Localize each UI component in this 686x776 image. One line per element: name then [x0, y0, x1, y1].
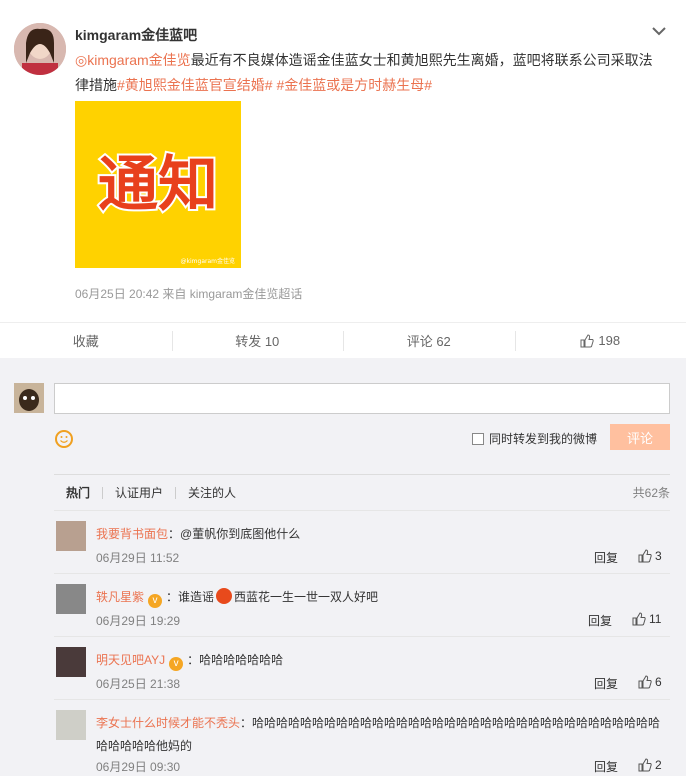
comment-time: 06月29日 19:29 [96, 614, 181, 628]
forward-button[interactable]: 转发 10 [171, 323, 344, 358]
action-bar: 收藏 转发 10 评论 62 198 [0, 322, 686, 358]
comment-like-button[interactable]: 6 [638, 675, 662, 689]
commenter-avatar[interactable] [56, 647, 86, 677]
comment-like-count: 3 [655, 549, 662, 563]
thumbs-up-icon [638, 758, 652, 772]
comment-item: 明天见吧AYJ v ：哈哈哈哈哈哈哈 06月25日 21:38 回复 6 [54, 636, 670, 699]
thumbs-up-icon [580, 333, 595, 347]
comment-like-count: 2 [655, 758, 662, 772]
filter-following[interactable]: 关注的人 [176, 487, 248, 499]
reply-button[interactable]: 回复 [594, 549, 618, 566]
vip-badge-icon: v [169, 657, 184, 671]
vip-badge-icon: v [148, 594, 163, 608]
comment-like-button[interactable]: 11 [632, 612, 661, 626]
comments-section: 同时转发到我的微博 评论 热门 认证用户 关注的人 共62条 我要背书面包：@董… [0, 358, 686, 776]
comment-text: 我要背书面包：@董帆你到底图他什么 [96, 523, 666, 546]
comment-total: 共62条 [632, 486, 670, 500]
comment-time: 06月29日 09:30 [96, 760, 181, 774]
comment-body-cont: 西蓝花一生一世一双人好吧 [234, 590, 379, 604]
thumbs-up-icon [632, 612, 646, 626]
forward-checkbox[interactable] [472, 432, 484, 445]
commenter-name[interactable]: 我要背书面包 [96, 527, 168, 541]
comment-input[interactable] [54, 383, 670, 414]
post-text: ◎kimgaram金佳览最近有不良媒体造谣金佳蓝女士和黄旭熙先生离婚，蓝吧将联系… [75, 48, 655, 98]
topic-link-1[interactable]: #黄旭熙金佳蓝官宣结婚# [117, 77, 273, 93]
comment-text: 明天见吧AYJ v ：哈哈哈哈哈哈哈 [96, 649, 666, 672]
reply-button[interactable]: 回复 [588, 612, 612, 629]
post-image[interactable]: 通知 @kimgaram金佳览 [75, 101, 241, 268]
my-avatar [14, 383, 44, 413]
mention-text: kimgaram金佳览 [87, 52, 191, 68]
filter-verified[interactable]: 认证用户 [103, 486, 177, 499]
comment-body: ：@董帆你到底图他什么 [168, 527, 301, 541]
commenter-avatar[interactable] [56, 521, 86, 551]
comment-time: 06月25日 21:38 [96, 677, 181, 691]
send-comment-button[interactable]: 评论 [610, 424, 670, 450]
commenter-name[interactable]: 明天见吧AYJ [96, 653, 165, 667]
thumbs-up-icon [638, 549, 652, 563]
comment-item: 李女士什么时候才能不秃头：哈哈哈哈哈哈哈哈哈哈哈哈哈哈哈哈哈哈哈哈哈哈哈哈哈哈哈… [54, 699, 670, 776]
forward-label: 转发 10 [235, 334, 280, 349]
chevron-down-icon[interactable] [650, 24, 668, 38]
weibo-post-card: kimgaram金佳蓝吧 ◎kimgaram金佳览最近有不良媒体造谣金佳蓝女士和… [0, 0, 686, 356]
comment-like-button[interactable]: 3 [638, 549, 662, 563]
comment-like-button[interactable]: 2 [638, 758, 662, 772]
post-username[interactable]: kimgaram金佳蓝吧 [75, 25, 197, 45]
comment-label: 评论 62 [406, 334, 451, 349]
image-text: 通知 [98, 150, 218, 220]
topic-link-2[interactable]: #金佳蓝或是方时赫生母# [276, 77, 432, 93]
collect-button[interactable]: 收藏 [0, 323, 172, 358]
commenter-name[interactable]: 轶凡星紫 [96, 590, 144, 604]
commenter-avatar[interactable] [56, 584, 86, 614]
filter-hot[interactable]: 热门 [54, 486, 104, 499]
comment-button[interactable]: 评论 62 [343, 323, 515, 358]
comment-like-count: 6 [655, 675, 662, 689]
comment-item: 轶凡星紫 v ：谁造谣 西蓝花一生一世一双人好吧 06月29日 19:29 回复 11 [54, 573, 670, 636]
user-avatar[interactable] [14, 23, 66, 75]
comment-body: ：谁造谣 [166, 590, 215, 604]
image-watermark: @kimgaram金佳览 [181, 257, 235, 265]
like-button[interactable]: 198 [514, 323, 686, 358]
reply-button[interactable]: 回复 [594, 758, 618, 775]
comment-text: 李女士什么时候才能不秃头：哈哈哈哈哈哈哈哈哈哈哈哈哈哈哈哈哈哈哈哈哈哈哈哈哈哈哈… [96, 712, 666, 758]
forward-option[interactable]: 同时转发到我的微博 [472, 430, 597, 447]
like-count: 198 [598, 333, 621, 348]
comment-filters: 热门 认证用户 关注的人 共62条 [54, 474, 670, 510]
comment-time: 06月29日 11:52 [96, 551, 180, 565]
collect-label: 收藏 [72, 334, 99, 349]
commenter-name[interactable]: 李女士什么时候才能不秃头 [96, 716, 240, 730]
comment-item: 我要背书面包：@董帆你到底图他什么 06月29日 11:52 回复 3 [54, 510, 670, 573]
reply-button[interactable]: 回复 [594, 675, 618, 692]
post-meta: 06月25日 20:42 来自 kimgaram金佳览超话 [75, 287, 303, 301]
emoji-icon[interactable] [55, 430, 73, 448]
commenter-avatar[interactable] [56, 710, 86, 740]
angry-emoji-icon [216, 588, 233, 604]
mention-link[interactable]: ◎kimgaram金佳览 [75, 52, 191, 68]
comment-text: 轶凡星紫 v ：谁造谣 西蓝花一生一世一双人好吧 [96, 586, 666, 609]
forward-option-label: 同时转发到我的微博 [489, 432, 598, 446]
comment-like-count: 11 [649, 612, 662, 626]
thumbs-up-icon [638, 675, 652, 689]
comment-body: ：哈哈哈哈哈哈哈 [187, 653, 284, 667]
